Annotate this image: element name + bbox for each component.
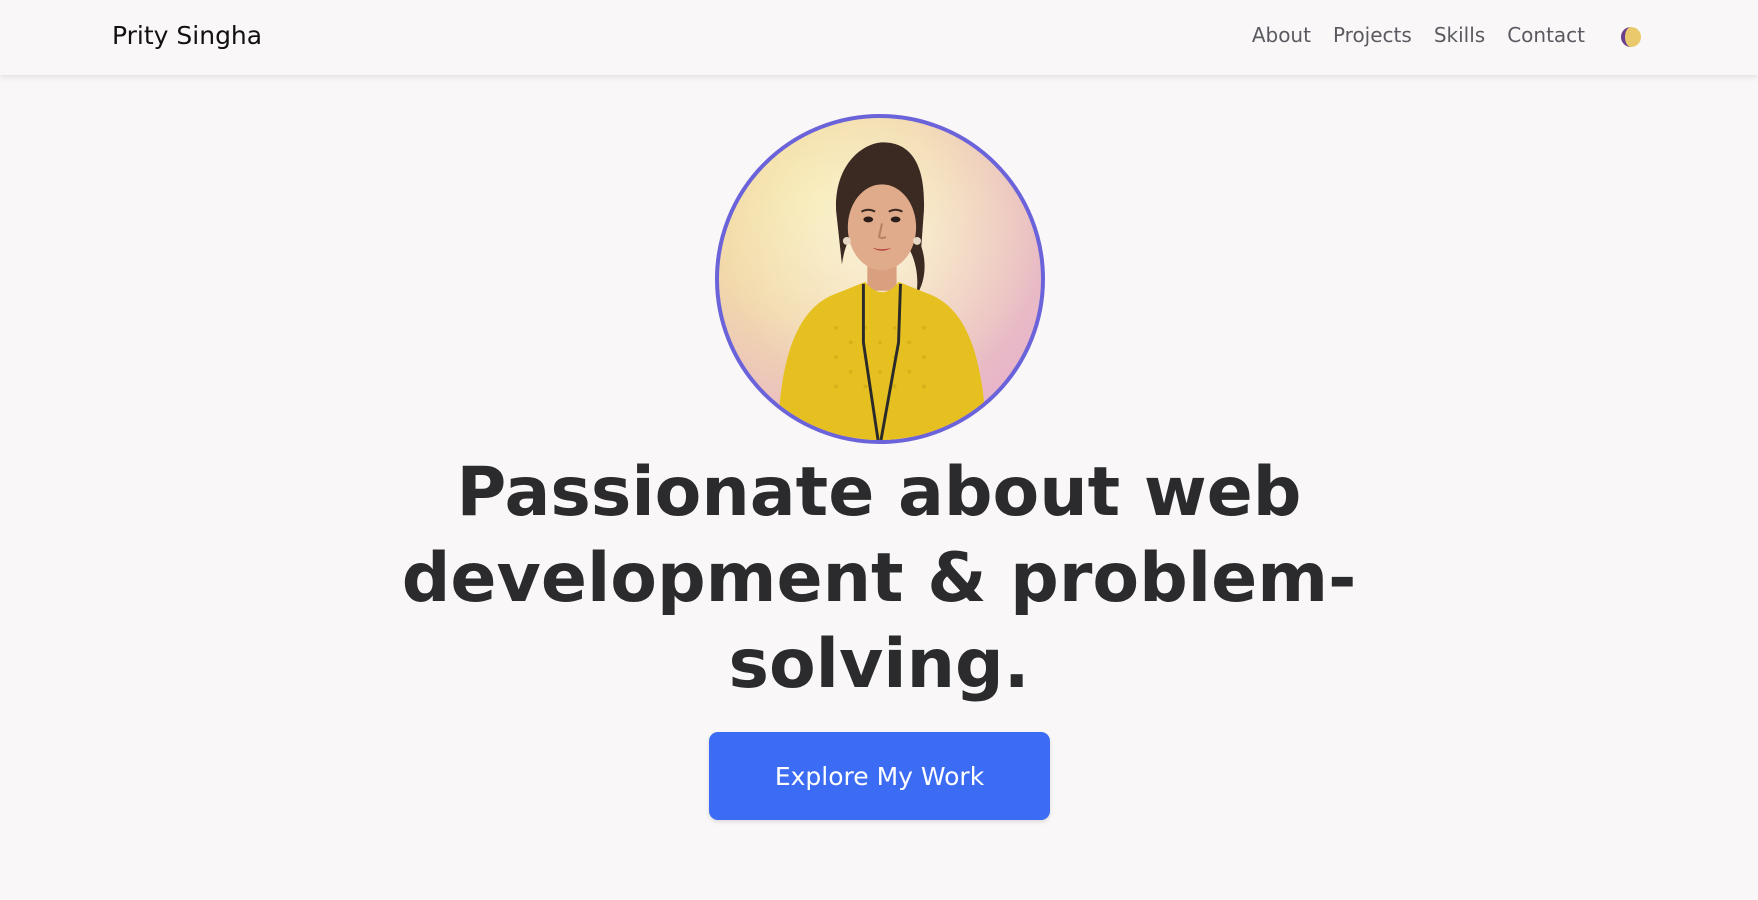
- nav-link-skills[interactable]: Skills: [1434, 23, 1485, 47]
- profile-photo-illustration: [719, 118, 1041, 440]
- hero-section: Passionate about web development & probl…: [0, 75, 1758, 900]
- nav-link-about[interactable]: About: [1252, 23, 1311, 47]
- nav-link-contact[interactable]: Contact: [1507, 23, 1585, 47]
- brand-name[interactable]: Prity Singha: [112, 21, 262, 50]
- hero-headline: Passionate about web development & probl…: [401, 453, 1357, 704]
- navbar: Prity Singha About Projects Skills Conta…: [0, 0, 1758, 75]
- profile-photo: [715, 114, 1045, 444]
- nav-link-projects[interactable]: Projects: [1333, 23, 1412, 47]
- explore-my-work-button[interactable]: Explore My Work: [709, 732, 1050, 820]
- theme-toggle-icon[interactable]: [1620, 26, 1642, 48]
- nav-links: About Projects Skills Contact: [1252, 23, 1585, 47]
